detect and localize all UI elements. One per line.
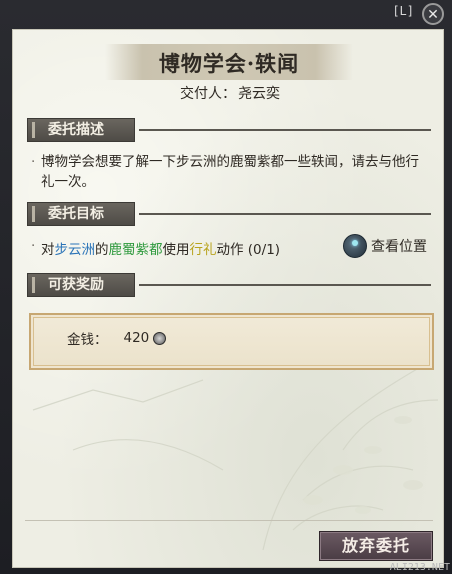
section-header-objective: 委托目标 (27, 202, 135, 226)
objective-progress: 动作 (0/1) (216, 242, 281, 258)
hotkey-label: [L] (392, 4, 414, 18)
close-button[interactable]: ✕ (422, 3, 444, 25)
reward-box: 金钱： 420 (29, 313, 434, 370)
section-divider (139, 284, 431, 286)
reward-money: 金钱： 420 (67, 328, 167, 348)
view-location-button[interactable]: 查看位置 (343, 233, 427, 259)
issuer-label: 交付人： (180, 86, 236, 102)
description-body: 博物学会想要了解一下步云洲的鹿蜀紫都一些轶闻，请去与他行礼一次。 (41, 154, 419, 190)
reward-amount: 420 (123, 330, 150, 346)
background-painting (32, 359, 439, 551)
objective-part: 使用 (162, 242, 190, 258)
footer-divider (25, 520, 433, 521)
objective-part: 的 (95, 242, 109, 258)
abandon-quest-button[interactable]: 放弃委托 (319, 531, 433, 561)
bullet: · (31, 154, 36, 170)
quest-issuer: 交付人： 尧云奕 (13, 83, 443, 103)
bullet: · (31, 238, 36, 254)
quest-window: [L] ✕ 博物学会·轶闻 交付人： 尧云奕 委托描述 · 博物学会想要了解一下… (0, 0, 452, 574)
objective-location-link[interactable]: 步云洲 (55, 242, 96, 258)
objective-npc-link[interactable]: 鹿蜀紫都 (109, 242, 163, 258)
section-divider (139, 213, 431, 215)
quest-title: 博物学会·轶闻 (158, 51, 300, 76)
reward-label: 金钱： (67, 332, 108, 348)
view-location-label: 查看位置 (371, 239, 427, 255)
section-divider (139, 129, 431, 131)
coin-icon (153, 331, 167, 345)
objective-part: 对 (41, 242, 55, 258)
close-icon: ✕ (427, 7, 439, 23)
watermark: ALI213.NET (389, 562, 450, 573)
objective-text: · 对步云洲的鹿蜀紫都使用行礼动作 (0/1) (29, 238, 280, 258)
section-header-rewards: 可获奖励 (27, 273, 135, 297)
issuer-name: 尧云奕 (238, 86, 280, 102)
objective-action-link[interactable]: 行礼 (190, 242, 217, 258)
quest-panel: 博物学会·轶闻 交付人： 尧云奕 委托描述 · 博物学会想要了解一下步云洲的鹿蜀紫… (12, 29, 444, 568)
map-pin-icon (343, 234, 367, 258)
description-text: · 博物学会想要了解一下步云洲的鹿蜀紫都一些轶闻，请去与他行礼一次。 (29, 152, 431, 192)
section-header-description: 委托描述 (27, 118, 135, 142)
